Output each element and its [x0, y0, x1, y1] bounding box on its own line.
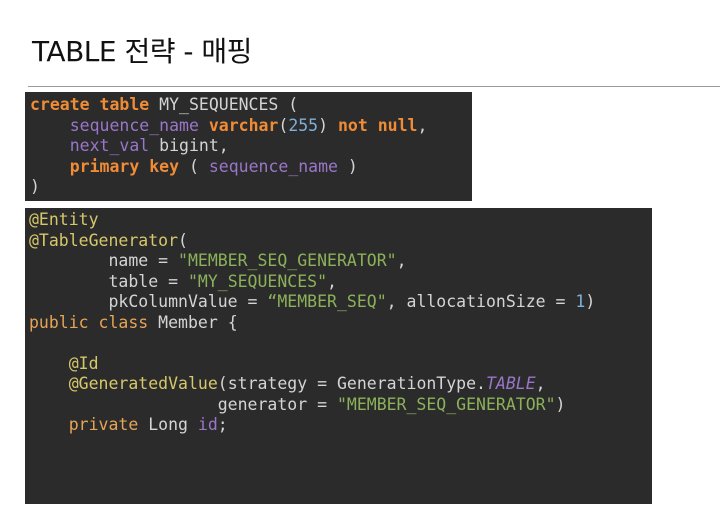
- code-token: , allocationSize =: [386, 292, 576, 311]
- code-token: "MY_SEQUENCES": [187, 271, 328, 291]
- code-token: not null: [338, 115, 418, 135]
- java-code-line: private Long id;: [29, 415, 652, 436]
- code-token: ;: [217, 415, 228, 434]
- code-token: generator =: [29, 394, 337, 414]
- code-token: ): [30, 177, 40, 196]
- java-code-line: @TableGenerator(: [29, 231, 652, 252]
- code-token: varchar: [208, 115, 279, 135]
- code-token: @Id: [68, 353, 99, 373]
- code-token: table =: [29, 271, 188, 291]
- code-token: TABLE: [485, 374, 536, 393]
- code-token: bigint,: [149, 136, 229, 155]
- code-token: ): [585, 292, 596, 311]
- code-token: @Entity: [29, 210, 99, 229]
- code-token: pkColumnValue =: [29, 292, 268, 311]
- code-token: MY_SEQUENCES (: [149, 95, 299, 114]
- java-code-block: @Entity @TableGenerator( name = "MEMBER_S…: [25, 208, 652, 504]
- code-token: Long: [138, 415, 198, 434]
- java-code-line: table = "MY_SEQUENCES",: [29, 272, 652, 293]
- code-token: ,: [396, 251, 407, 270]
- sql-code-block: create table MY_SEQUENCES ( sequence_nam…: [25, 92, 472, 201]
- code-token: Member {: [148, 312, 238, 332]
- code-token: 1: [575, 292, 586, 311]
- java-code-line: [29, 333, 652, 354]
- java-code-line: @GeneratedValue(strategy = GenerationTyp…: [29, 374, 652, 395]
- sql-code-line: sequence_name varchar(255) not null,: [30, 116, 472, 137]
- code-token: (: [278, 115, 289, 135]
- code-token: sequence_name: [208, 156, 338, 176]
- code-token: @GeneratedValue: [68, 374, 218, 393]
- java-code-line: public class Member {: [29, 313, 652, 334]
- code-token: ,: [417, 115, 428, 135]
- code-token: primary key: [69, 156, 180, 176]
- code-token: public class: [29, 312, 149, 332]
- code-token: (: [179, 156, 209, 176]
- code-token: ,: [535, 374, 546, 393]
- sql-code-lines: create table MY_SEQUENCES ( sequence_nam…: [30, 95, 472, 198]
- sql-code-line: ): [30, 177, 472, 198]
- code-token: next_val: [69, 136, 150, 155]
- java-code-line: @Entity: [29, 210, 652, 231]
- java-code-line: @Id: [29, 354, 652, 375]
- code-token: ): [318, 115, 338, 135]
- code-token: "MEMBER_SEQ_GENERATOR": [336, 394, 556, 414]
- java-code-line: generator = "MEMBER_SEQ_GENERATOR"): [29, 395, 652, 416]
- code-token: name =: [29, 251, 179, 270]
- code-token: 255: [288, 115, 319, 135]
- slide-title: TABLE 전략 - 매핑: [32, 35, 252, 68]
- java-code-line: pkColumnValue = “MEMBER_SEQ", allocation…: [29, 292, 652, 313]
- code-token: @TableGenerator: [29, 230, 179, 250]
- sql-code-line: create table MY_SEQUENCES (: [30, 95, 472, 116]
- code-token: ): [555, 394, 566, 414]
- code-token: “MEMBER_SEQ": [267, 292, 387, 311]
- code-token: (: [178, 230, 188, 250]
- code-token: ,: [327, 271, 337, 291]
- sql-code-line: next_val bigint,: [30, 136, 472, 157]
- title-divider: [28, 86, 720, 87]
- java-code-lines: @Entity @TableGenerator( name = "MEMBER_S…: [29, 210, 652, 436]
- java-code-line: name = "MEMBER_SEQ_GENERATOR",: [29, 251, 652, 272]
- code-token: (strategy = GenerationType.: [217, 374, 486, 393]
- code-token: sequence_name: [69, 115, 199, 135]
- code-token: private: [68, 415, 139, 434]
- sql-code-line: primary key ( sequence_name ): [30, 157, 472, 178]
- code-token: create table: [30, 95, 150, 114]
- code-token: "MEMBER_SEQ_GENERATOR": [178, 251, 397, 270]
- code-token: id: [197, 415, 218, 434]
- code-token: ): [337, 156, 358, 176]
